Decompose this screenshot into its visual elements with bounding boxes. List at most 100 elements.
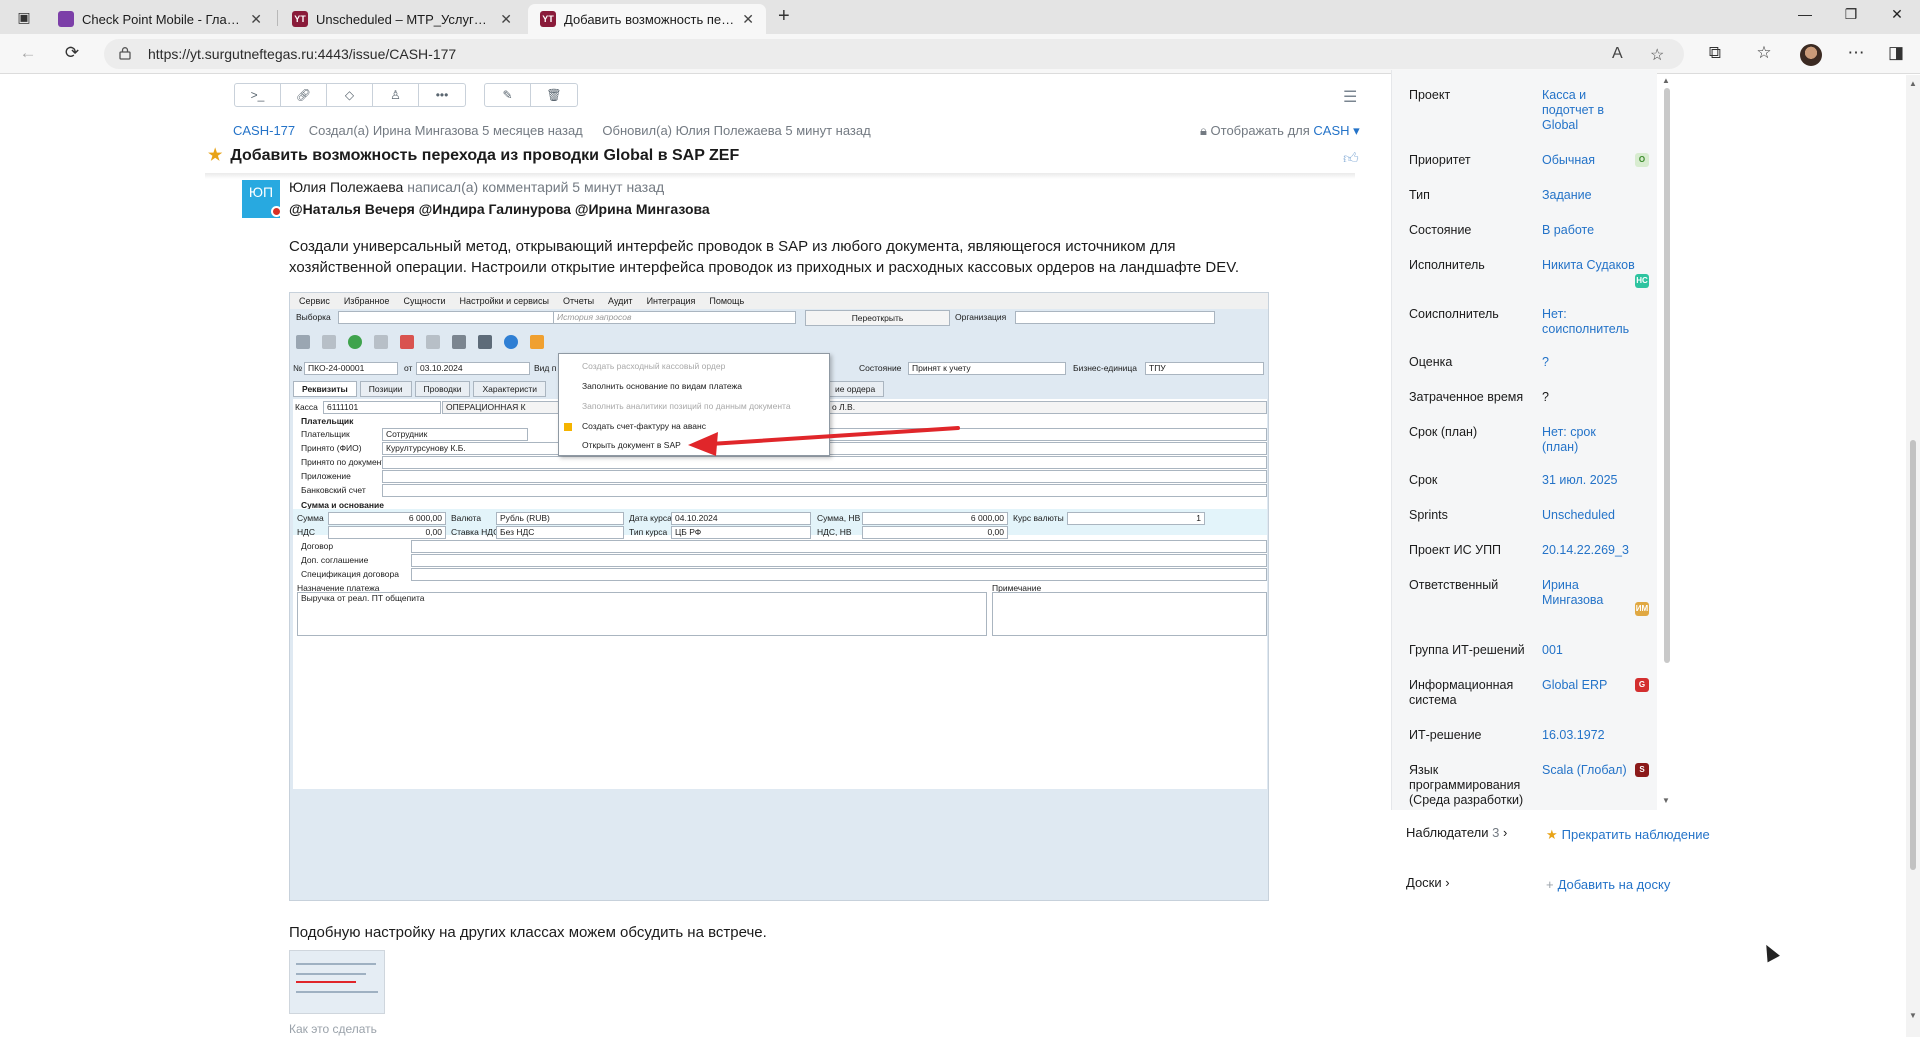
link-icon[interactable]: 🔗︎ [281, 84, 327, 106]
favorite-star-icon[interactable]: ☆ [1650, 45, 1664, 65]
field-value[interactable]: Никита Судаков [1542, 258, 1652, 273]
tag-icon[interactable]: ◇ [327, 84, 373, 106]
command-icon[interactable]: >_ [235, 84, 281, 106]
close-window-icon[interactable]: ✕ [1874, 6, 1920, 23]
youtrack-favicon-icon: YT [292, 11, 308, 27]
tab-check-point[interactable]: Check Point Mobile - Главная ✕ [46, 4, 274, 34]
scroll-down-icon[interactable]: ▼ [1909, 1011, 1917, 1020]
tab-unscheduled[interactable]: YT Unscheduled – МТР_Услуги стор ✕ [280, 4, 524, 34]
field-key: Проект [1409, 88, 1451, 102]
watchers-row[interactable]: Наблюдатели 3 › [1406, 825, 1507, 840]
tab-separator [277, 10, 278, 26]
delete-icon[interactable]: 🗑︎ [531, 84, 577, 106]
field-key: Ответственный [1409, 578, 1499, 592]
comment-author[interactable]: Юлия Полежаева [289, 179, 403, 195]
tab-title: Check Point Mobile - Главная [82, 11, 243, 27]
visible-for-value[interactable]: CASH ▾ [1313, 123, 1359, 138]
back-icon[interactable]: ← [16, 43, 40, 65]
more-menu-icon[interactable]: ⋯ [1844, 43, 1868, 63]
field-value[interactable]: Обычная [1542, 153, 1632, 168]
sidebar-scrollbar[interactable]: ▲ ▼ [1662, 70, 1672, 810]
boards-row[interactable]: Доски › [1406, 875, 1450, 890]
comment-text: Создали универсальный метод, открывающий… [289, 238, 1240, 276]
lock-icon: 🔒︎ [1200, 123, 1211, 138]
assignee-icon[interactable]: ♙ [373, 84, 419, 106]
scroll-up-icon[interactable]: ▲ [1909, 79, 1917, 88]
close-tab-icon[interactable]: ✕ [742, 11, 754, 28]
profile-avatar[interactable] [1800, 44, 1822, 66]
visibility-control[interactable]: 🔒︎ Отображать для CASH ▾ [1200, 123, 1360, 139]
comment-meta: написал(а) комментарий 5 минут назад [407, 179, 665, 195]
field-key: Язык программирования (Среда разработки) [1409, 763, 1524, 807]
field-key: Приоритет [1409, 153, 1471, 167]
field-value[interactable]: Global ERP [1542, 678, 1632, 693]
field-value[interactable]: 20.14.22.269_3 [1542, 543, 1632, 558]
url-field[interactable]: https://yt.surgutneftegas.ru:4443/issue/… [104, 39, 1684, 69]
thumbnail-line [296, 991, 378, 993]
field-value[interactable]: ? [1542, 355, 1632, 370]
vote-icon[interactable]: 👍︎ [1343, 150, 1359, 168]
add-to-board-link[interactable]: + Добавить на доску [1546, 877, 1670, 893]
reload-icon[interactable]: ⟳ [60, 43, 84, 65]
field-key: Срок [1409, 473, 1438, 487]
field-value[interactable]: В работе [1542, 223, 1632, 238]
url-text: https://yt.surgutneftegas.ru:4443/issue/… [148, 46, 457, 62]
sidebar-scroll-thumb[interactable] [1664, 88, 1670, 663]
comment-header: Юлия Полежаева написал(а) комментарий 5 … [289, 179, 664, 195]
field-key: ИТ-решение [1409, 728, 1482, 742]
chevron-right-icon: › [1445, 875, 1450, 890]
field-value[interactable]: 31 июл. 2025 [1542, 473, 1632, 488]
comment-mentions: @Наталья Вечеря @Индира Галинурова @Ирин… [289, 201, 710, 217]
embedded-sap-screenshot[interactable]: Сервис Избранное Сущности Настройки и се… [289, 292, 1269, 901]
issue-title: ★ Добавить возможность перехода из провод… [208, 145, 739, 165]
scroll-up-icon[interactable]: ▲ [1662, 76, 1670, 85]
field-value[interactable]: 16.03.1972 [1542, 728, 1632, 743]
more-icon[interactable]: ••• [419, 84, 465, 106]
field-value[interactable]: Касса и подотчет в Global [1542, 88, 1632, 133]
field-value[interactable]: Задание [1542, 188, 1632, 203]
star-icon: ★ [1546, 827, 1558, 842]
assignee-avatar-badge: НС [1635, 274, 1649, 288]
language-badge: S [1635, 763, 1649, 777]
field-value[interactable]: Ирина Мингазова [1542, 578, 1632, 608]
attachment-thumbnail[interactable] [289, 950, 385, 1014]
extensions-icon[interactable]: ⧉ [1703, 43, 1727, 63]
watchers-label: Наблюдатели [1406, 825, 1489, 840]
watchers-count: 3 [1492, 825, 1500, 840]
sidebar-toggle-icon[interactable]: ◨ [1884, 43, 1908, 63]
youtrack-favicon-icon: YT [540, 11, 556, 27]
add-to-board-text: Добавить на доску [1557, 877, 1671, 892]
minimize-icon[interactable]: — [1782, 6, 1828, 22]
stop-watching-text: Прекратить наблюдение [1561, 827, 1710, 842]
field-value[interactable]: Unscheduled [1542, 508, 1632, 523]
close-tab-icon[interactable]: ✕ [500, 11, 512, 28]
field-key: Тип [1409, 188, 1430, 202]
issue-fields-sidebar: Проект Касса и подотчет в Global Приорит… [1391, 70, 1657, 810]
tab-actions-icon[interactable]: ▣ [12, 6, 36, 28]
issue-id-link[interactable]: CASH-177 [233, 123, 295, 138]
page-scroll-thumb[interactable] [1910, 440, 1916, 870]
menu-icon[interactable]: ☰ [1343, 87, 1357, 107]
edit-icon[interactable]: ✎ [485, 84, 531, 106]
close-tab-icon[interactable]: ✕ [250, 11, 262, 28]
star-icon[interactable]: ★ [208, 147, 222, 164]
read-aloud-icon[interactable]: A [1612, 45, 1623, 63]
issue-title-text: Добавить возможность перехода из проводк… [230, 147, 740, 164]
page-scrollbar[interactable]: ▲ ▼ [1906, 75, 1920, 1037]
red-arrow-annotation [688, 426, 960, 456]
check-point-favicon-icon [58, 11, 74, 27]
tab-issue-active[interactable]: YT Добавить возможность переход ✕ [528, 4, 766, 34]
field-value[interactable]: 001 [1542, 643, 1632, 658]
responsible-avatar-badge: ИМ [1635, 602, 1649, 616]
restore-icon[interactable]: ❐ [1828, 6, 1874, 23]
field-value: ? [1542, 390, 1549, 404]
scroll-down-icon[interactable]: ▼ [1662, 796, 1670, 805]
new-tab-icon[interactable]: + [778, 5, 790, 28]
field-value[interactable]: Scala (Глобал) [1542, 763, 1632, 778]
field-value[interactable]: Нет: срок (план) [1542, 425, 1632, 455]
field-value[interactable]: Нет: соисполнитель [1542, 307, 1632, 337]
stop-watching-link[interactable]: ★ Прекратить наблюдение [1546, 827, 1710, 843]
avatar-status-badge [271, 206, 282, 217]
lock-icon [119, 47, 131, 60]
favorites-icon[interactable]: ☆ [1752, 43, 1776, 63]
